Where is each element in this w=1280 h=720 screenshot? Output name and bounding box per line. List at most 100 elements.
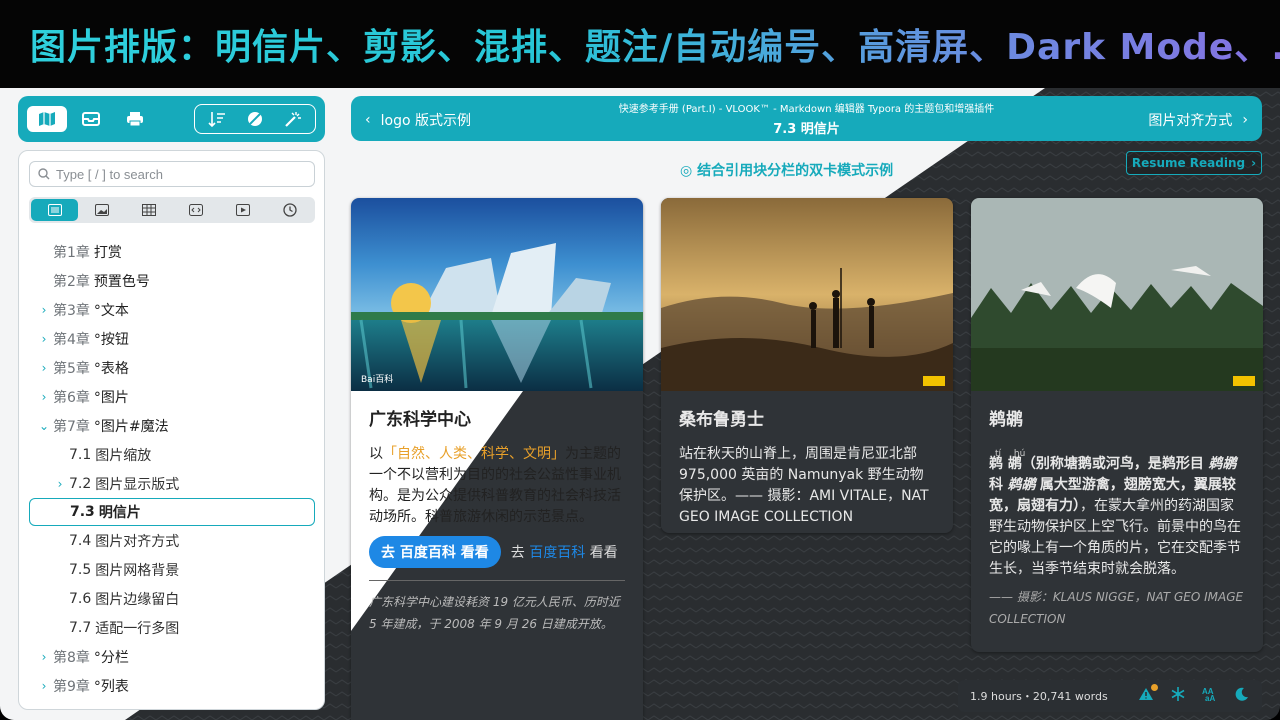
chapter-navbar: ‹ logo 版式示例 快速参考手册 (Part.I) - VLOOK™ - M… xyxy=(351,96,1262,141)
card-footnote: 广东科学中心建设耗资 19 亿元人民币、历时近 5 年建成，于 2008 年 9… xyxy=(369,580,625,635)
reading-stats: 1.9 hours・20,741 words xyxy=(970,690,1108,703)
toc-item-number: 7.6 xyxy=(69,590,92,607)
toc-item[interactable]: › 第8章 °分栏 xyxy=(29,642,315,671)
status-bar: 1.9 hours・20,741 words AA aA xyxy=(958,680,1262,712)
clock-icon[interactable] xyxy=(266,199,313,221)
code-icon[interactable] xyxy=(172,199,219,221)
chevron-right-icon[interactable]: › xyxy=(35,679,53,693)
toc-item-number: 第1章 xyxy=(53,244,90,261)
chevron-right-icon[interactable]: › xyxy=(51,477,69,491)
text-fragment: 去 xyxy=(510,545,525,561)
toc-item[interactable]: › 第6章 °图片 xyxy=(29,382,315,411)
baidu-baike-link-line: 去 百度百科 看看 xyxy=(511,542,618,562)
text-fragment: 科 xyxy=(989,477,1003,493)
toc-item[interactable]: 7.4 图片对齐方式 xyxy=(29,526,315,555)
toc-item[interactable]: › 7.2 图片显示版式 xyxy=(29,469,315,498)
toc-item-number: 第7章 xyxy=(53,418,90,435)
next-chapter-link[interactable]: 图片对齐方式 › xyxy=(1148,110,1248,130)
toc-item[interactable]: 第1章 打赏 xyxy=(29,237,315,266)
chevron-right-icon[interactable]: › xyxy=(35,303,53,317)
baidu-baike-button[interactable]: 去 百度百科 看看 xyxy=(369,536,501,568)
toc-item-title: °列表 xyxy=(93,678,129,695)
list-icon[interactable] xyxy=(31,199,78,221)
toc-item-title: 图片网格背景 xyxy=(95,562,180,579)
chevron-right-icon[interactable]: › xyxy=(35,390,53,404)
chevron-right-icon[interactable]: › xyxy=(35,332,53,346)
card-text: 站在秋天的山脊上，周围是肯尼亚北部 975,000 英亩的 Namunyak 野… xyxy=(679,446,929,525)
text-fragment: 鹈鹕 xyxy=(1208,456,1237,472)
app-stage: 第1章打赏第2章预置色号›第3章°文本›第4章°按钮›第5章°表格›第6章°图片… xyxy=(0,88,1280,720)
sidebar: 第1章打赏第2章预置色号›第3章°文本›第4章°按钮›第5章°表格›第6章°图片… xyxy=(18,150,325,710)
shapes-icon[interactable] xyxy=(237,106,273,132)
toc-item-title: °按钮 xyxy=(93,331,129,348)
search-input[interactable] xyxy=(56,166,306,182)
status-actions: AA aA xyxy=(1138,684,1262,706)
card-title: 桑布鲁勇士 xyxy=(679,410,764,430)
toc-item-number: 第4章 xyxy=(53,331,90,348)
chevron-right-icon[interactable]: › xyxy=(35,650,53,664)
pelican-body: 鹈鹕 tí hú 鹈 鹕（别称塘鹅或河鸟，是鹈形目 鹈鹕 科 鹈鹕 属大型游禽，… xyxy=(971,391,1263,644)
toc-item-title: °分栏 xyxy=(93,649,129,666)
toc-item-number: 7.1 xyxy=(69,446,92,463)
toc-item[interactable]: › 第9章 °列表 xyxy=(29,671,315,700)
filter-tabs xyxy=(29,197,315,223)
card-text: tí hú 鹈 鹕（别称塘鹅或河鸟，是鹈形目 鹈鹕 科 鹈鹕 属大型游禽，翅膀宽… xyxy=(989,444,1245,580)
toc-item-number: 第3章 xyxy=(53,302,90,319)
toc-item[interactable]: ⌄ 第7章 °图片#魔法 xyxy=(29,411,315,440)
video-icon[interactable] xyxy=(219,199,266,221)
document-subtitle: 快速参考手册 (Part.I) - VLOOK™ - Markdown 编辑器 … xyxy=(618,104,995,115)
toc-item-title: 预置色号 xyxy=(93,273,150,290)
sidebar-toolbar xyxy=(18,96,325,142)
toc-item-title: 图片对齐方式 xyxy=(95,533,180,550)
inbox-icon[interactable] xyxy=(71,106,111,132)
map-icon[interactable] xyxy=(27,106,67,132)
banner: 图片排版：明信片、剪影、混排、题注/自动编号、高清屏、Dark Mode、... xyxy=(0,0,1280,88)
baidu-baike-link[interactable]: 百度百科 xyxy=(529,545,585,561)
tools-group xyxy=(194,104,316,134)
text-fragment: 鹈鹕 xyxy=(1007,477,1036,493)
chevron-right-icon: › xyxy=(1251,156,1257,170)
card-title: 广东科学中心 xyxy=(369,410,471,430)
image-icon[interactable] xyxy=(78,199,125,221)
next-chapter-label: 图片对齐方式 xyxy=(1148,113,1233,129)
chevron-right-icon[interactable]: › xyxy=(35,361,53,375)
highlight-text: 「自然、人类、科学、文明」 xyxy=(383,446,565,462)
toc-item[interactable]: 7.3 明信片 xyxy=(29,498,315,526)
resume-reading-button[interactable]: Resume Reading › xyxy=(1126,151,1262,175)
toc-item-number: 第9章 xyxy=(53,678,90,695)
font-size-icon[interactable]: AA aA xyxy=(1202,687,1218,705)
toc-item[interactable]: › 第5章 °表格 xyxy=(29,353,315,382)
notification-dot xyxy=(1151,684,1158,691)
toc-item-title: °表格 xyxy=(93,360,129,377)
table-of-contents: 第1章 打赏 第2章 预置色号 › 第3章 °文本 › 第4章 °按钮 › 第5章 °表格 › 第6章 °图片… xyxy=(29,237,315,700)
warning-icon[interactable] xyxy=(1138,684,1158,705)
printer-icon[interactable] xyxy=(115,106,155,132)
toc-item-number: 7.7 xyxy=(69,619,92,636)
snowflake-icon[interactable] xyxy=(1170,686,1186,706)
toc-item[interactable]: 7.5 图片网格背景 xyxy=(29,555,315,584)
toc-item-number: 第2章 xyxy=(53,273,90,290)
card-pelican: 鹈鹕 tí hú 鹈 鹕（别称塘鹅或河鸟，是鹈形目 鹈鹕 科 鹈鹕 属大型游禽，… xyxy=(971,198,1263,652)
toc-item[interactable]: 7.7 适配一行多图 xyxy=(29,613,315,642)
toc-item[interactable]: 7.6 图片边缘留白 xyxy=(29,584,315,613)
toc-item[interactable]: › 第4章 °按钮 xyxy=(29,324,315,353)
banner-title: 图片排版：明信片、剪影、混排、题注/自动编号、高清屏、Dark Mode、... xyxy=(30,18,1280,70)
samburu-photo xyxy=(661,198,953,391)
toc-item[interactable]: 7.1 图片缩放 xyxy=(29,440,315,469)
card-samburu-warriors: 桑布鲁勇士 站在秋天的山脊上，周围是肯尼亚北部 975,000 英亩的 Namu… xyxy=(661,198,953,533)
moon-icon[interactable] xyxy=(1234,686,1250,706)
toc-item[interactable]: 第2章 预置色号 xyxy=(29,266,315,295)
toc-item-number: 7.3 xyxy=(70,504,95,520)
pinyin-ruby: tí hú xyxy=(989,444,1245,459)
table-icon[interactable] xyxy=(125,199,172,221)
chevron-down-icon[interactable]: ⌄ xyxy=(35,419,53,433)
magic-wand-icon[interactable] xyxy=(275,106,311,132)
toc-item-title: °图片#魔法 xyxy=(93,418,169,435)
card-science-center-body: 广东科学中心 以「自然、人类、科学、文明」为主题的一个不以营利为目的的社会公益性… xyxy=(351,391,643,720)
toc-item-title: 打赏 xyxy=(93,244,122,261)
toc-item[interactable]: › 第3章 °文本 xyxy=(29,295,315,324)
sort-icon[interactable] xyxy=(199,106,235,132)
toc-item-title: 明信片 xyxy=(98,505,141,521)
toc-item-title: °图片 xyxy=(93,389,129,406)
text-fragment: 以 xyxy=(369,446,383,462)
